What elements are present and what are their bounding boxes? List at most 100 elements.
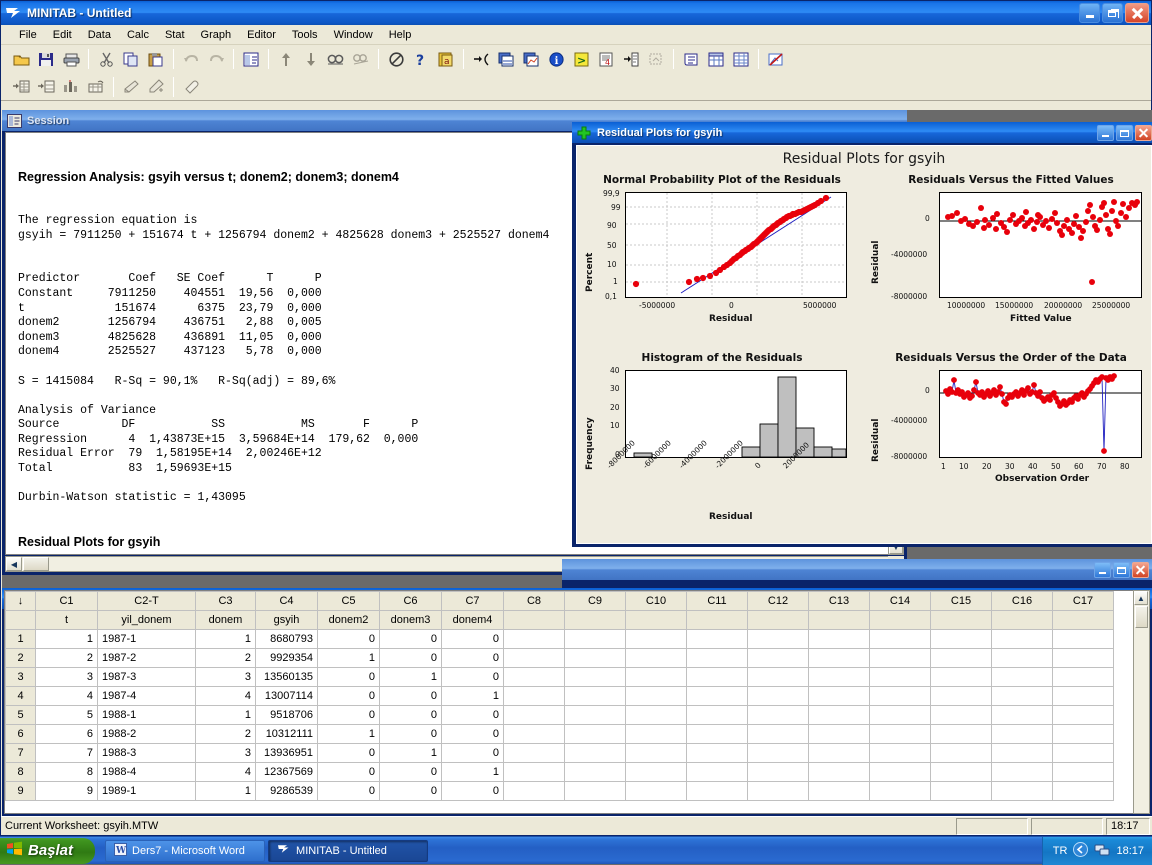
table-row[interactable]: 8 8 1988-4 4 12367569 0 0 1: [5, 762, 1114, 782]
graph-canvas-area[interactable]: Residual Plots for gsyih Normal Probabil…: [576, 145, 1152, 544]
menu-edit[interactable]: Edit: [45, 27, 80, 43]
row-number-cell[interactable]: 8: [5, 762, 36, 782]
empty-cell[interactable]: [808, 705, 870, 725]
empty-cell[interactable]: [930, 686, 992, 706]
data-cell[interactable]: 13007114: [255, 686, 318, 706]
taskbar-item-minitab[interactable]: MINITAB - Untitled: [268, 839, 429, 862]
empty-cell[interactable]: [503, 629, 565, 649]
empty-cell[interactable]: [503, 724, 565, 744]
worksheet-vertical-scrollbar[interactable]: ▲: [1133, 590, 1150, 814]
column-name-c13[interactable]: [808, 610, 870, 630]
undo-icon[interactable]: [179, 48, 203, 71]
data-cell[interactable]: 1: [379, 667, 442, 687]
data-grid[interactable]: ↓ C1 C2-T C3 C4 C5 C6 C7 C8 C9 C10 C11 C…: [4, 590, 1150, 814]
empty-cell[interactable]: [564, 781, 626, 801]
save-icon[interactable]: [34, 48, 58, 71]
empty-cell[interactable]: [808, 629, 870, 649]
empty-cell[interactable]: [564, 667, 626, 687]
empty-cell[interactable]: [503, 686, 565, 706]
empty-cell[interactable]: [930, 743, 992, 763]
insert-columns-icon[interactable]: [59, 75, 83, 98]
empty-cell[interactable]: [747, 724, 809, 744]
column-name-c10[interactable]: [625, 610, 687, 630]
empty-cell[interactable]: [869, 648, 931, 668]
column-name-c15[interactable]: [930, 610, 992, 630]
data-cell[interactable]: 1988-4: [97, 762, 196, 782]
data-cell[interactable]: 1987-4: [97, 686, 196, 706]
data-cell[interactable]: 4: [195, 686, 256, 706]
menu-stat[interactable]: Stat: [157, 27, 193, 43]
data-cell[interactable]: 9286539: [255, 781, 318, 801]
empty-cell[interactable]: [808, 781, 870, 801]
open-folder-icon[interactable]: [9, 48, 33, 71]
graph-titlebar[interactable]: Residual Plots for gsyih: [572, 122, 1152, 143]
close-button[interactable]: [1125, 3, 1149, 23]
empty-cell[interactable]: [808, 724, 870, 744]
empty-cell[interactable]: [869, 667, 931, 687]
empty-cell[interactable]: [503, 743, 565, 763]
empty-cell[interactable]: [808, 667, 870, 687]
data-cell[interactable]: 1989-1: [97, 781, 196, 801]
cut-icon[interactable]: [94, 48, 118, 71]
empty-cell[interactable]: [686, 667, 748, 687]
table-row[interactable]: 7 7 1988-3 3 13936951 0 1 0: [5, 743, 1114, 763]
empty-cell[interactable]: [991, 629, 1053, 649]
data-cell[interactable]: 1987-2: [97, 648, 196, 668]
column-name-donem3[interactable]: donem3: [379, 610, 442, 630]
empty-cell[interactable]: [564, 762, 626, 782]
data-cell[interactable]: 4: [35, 686, 98, 706]
table-row[interactable]: 2 2 1987-2 2 9929354 1 0 0: [5, 648, 1114, 668]
data-cell[interactable]: 0: [379, 781, 442, 801]
data-cell[interactable]: 8: [35, 762, 98, 782]
data-cell[interactable]: 9: [35, 781, 98, 801]
row-number-cell[interactable]: 6: [5, 724, 36, 744]
empty-cell[interactable]: [1052, 781, 1114, 801]
data-cell[interactable]: 1: [195, 629, 256, 649]
empty-cell[interactable]: [686, 629, 748, 649]
column-header-c10[interactable]: C10: [625, 591, 687, 611]
data-cell[interactable]: 1987-1: [97, 629, 196, 649]
data-cell[interactable]: 3: [195, 743, 256, 763]
menu-calc[interactable]: Calc: [119, 27, 157, 43]
column-header-c7[interactable]: C7: [441, 591, 504, 611]
empty-cell[interactable]: [1052, 667, 1114, 687]
arrow-up-icon[interactable]: [274, 48, 298, 71]
main-titlebar[interactable]: MINITAB - Untitled: [1, 1, 1151, 25]
column-header-c6[interactable]: C6: [379, 591, 442, 611]
table-row[interactable]: 5 5 1988-1 1 9518706 0 0 0: [5, 705, 1114, 725]
empty-cell[interactable]: [869, 724, 931, 744]
scroll-thumb[interactable]: [23, 557, 49, 571]
empty-cell[interactable]: [625, 743, 687, 763]
empty-cell[interactable]: [503, 762, 565, 782]
empty-cell[interactable]: [564, 724, 626, 744]
graph-maximize-button[interactable]: [1116, 124, 1133, 141]
row-number-cell[interactable]: 7: [5, 743, 36, 763]
column-header-c2[interactable]: C2-T: [97, 591, 196, 611]
row-number-cell[interactable]: 9: [5, 781, 36, 801]
data-cell[interactable]: 8680793: [255, 629, 318, 649]
empty-cell[interactable]: [869, 743, 931, 763]
empty-cell[interactable]: [503, 781, 565, 801]
column-name-donem[interactable]: donem: [195, 610, 256, 630]
column-header-c3[interactable]: C3: [195, 591, 256, 611]
column-name-donem4[interactable]: donem4: [441, 610, 504, 630]
row-number-cell[interactable]: 2: [5, 648, 36, 668]
network-icon[interactable]: [1094, 843, 1110, 860]
stat-guide-icon[interactable]: a: [434, 48, 458, 71]
data-cell[interactable]: 0: [441, 743, 504, 763]
data-cell[interactable]: 1: [35, 629, 98, 649]
worksheet-scroll-thumb[interactable]: [1135, 606, 1148, 628]
empty-cell[interactable]: [747, 686, 809, 706]
empty-cell[interactable]: [930, 629, 992, 649]
move-columns-icon[interactable]: [84, 75, 108, 98]
data-cell[interactable]: 0: [317, 743, 380, 763]
data-cell[interactable]: 0: [317, 705, 380, 725]
data-cell[interactable]: 0: [317, 762, 380, 782]
graph-minimize-button[interactable]: [1097, 124, 1114, 141]
empty-cell[interactable]: [991, 743, 1053, 763]
column-header-c16[interactable]: C16: [991, 591, 1053, 611]
data-cell[interactable]: 1988-3: [97, 743, 196, 763]
next-command-icon[interactable]: [469, 48, 493, 71]
back-arrow-icon[interactable]: [1073, 842, 1089, 860]
data-cell[interactable]: 0: [379, 686, 442, 706]
